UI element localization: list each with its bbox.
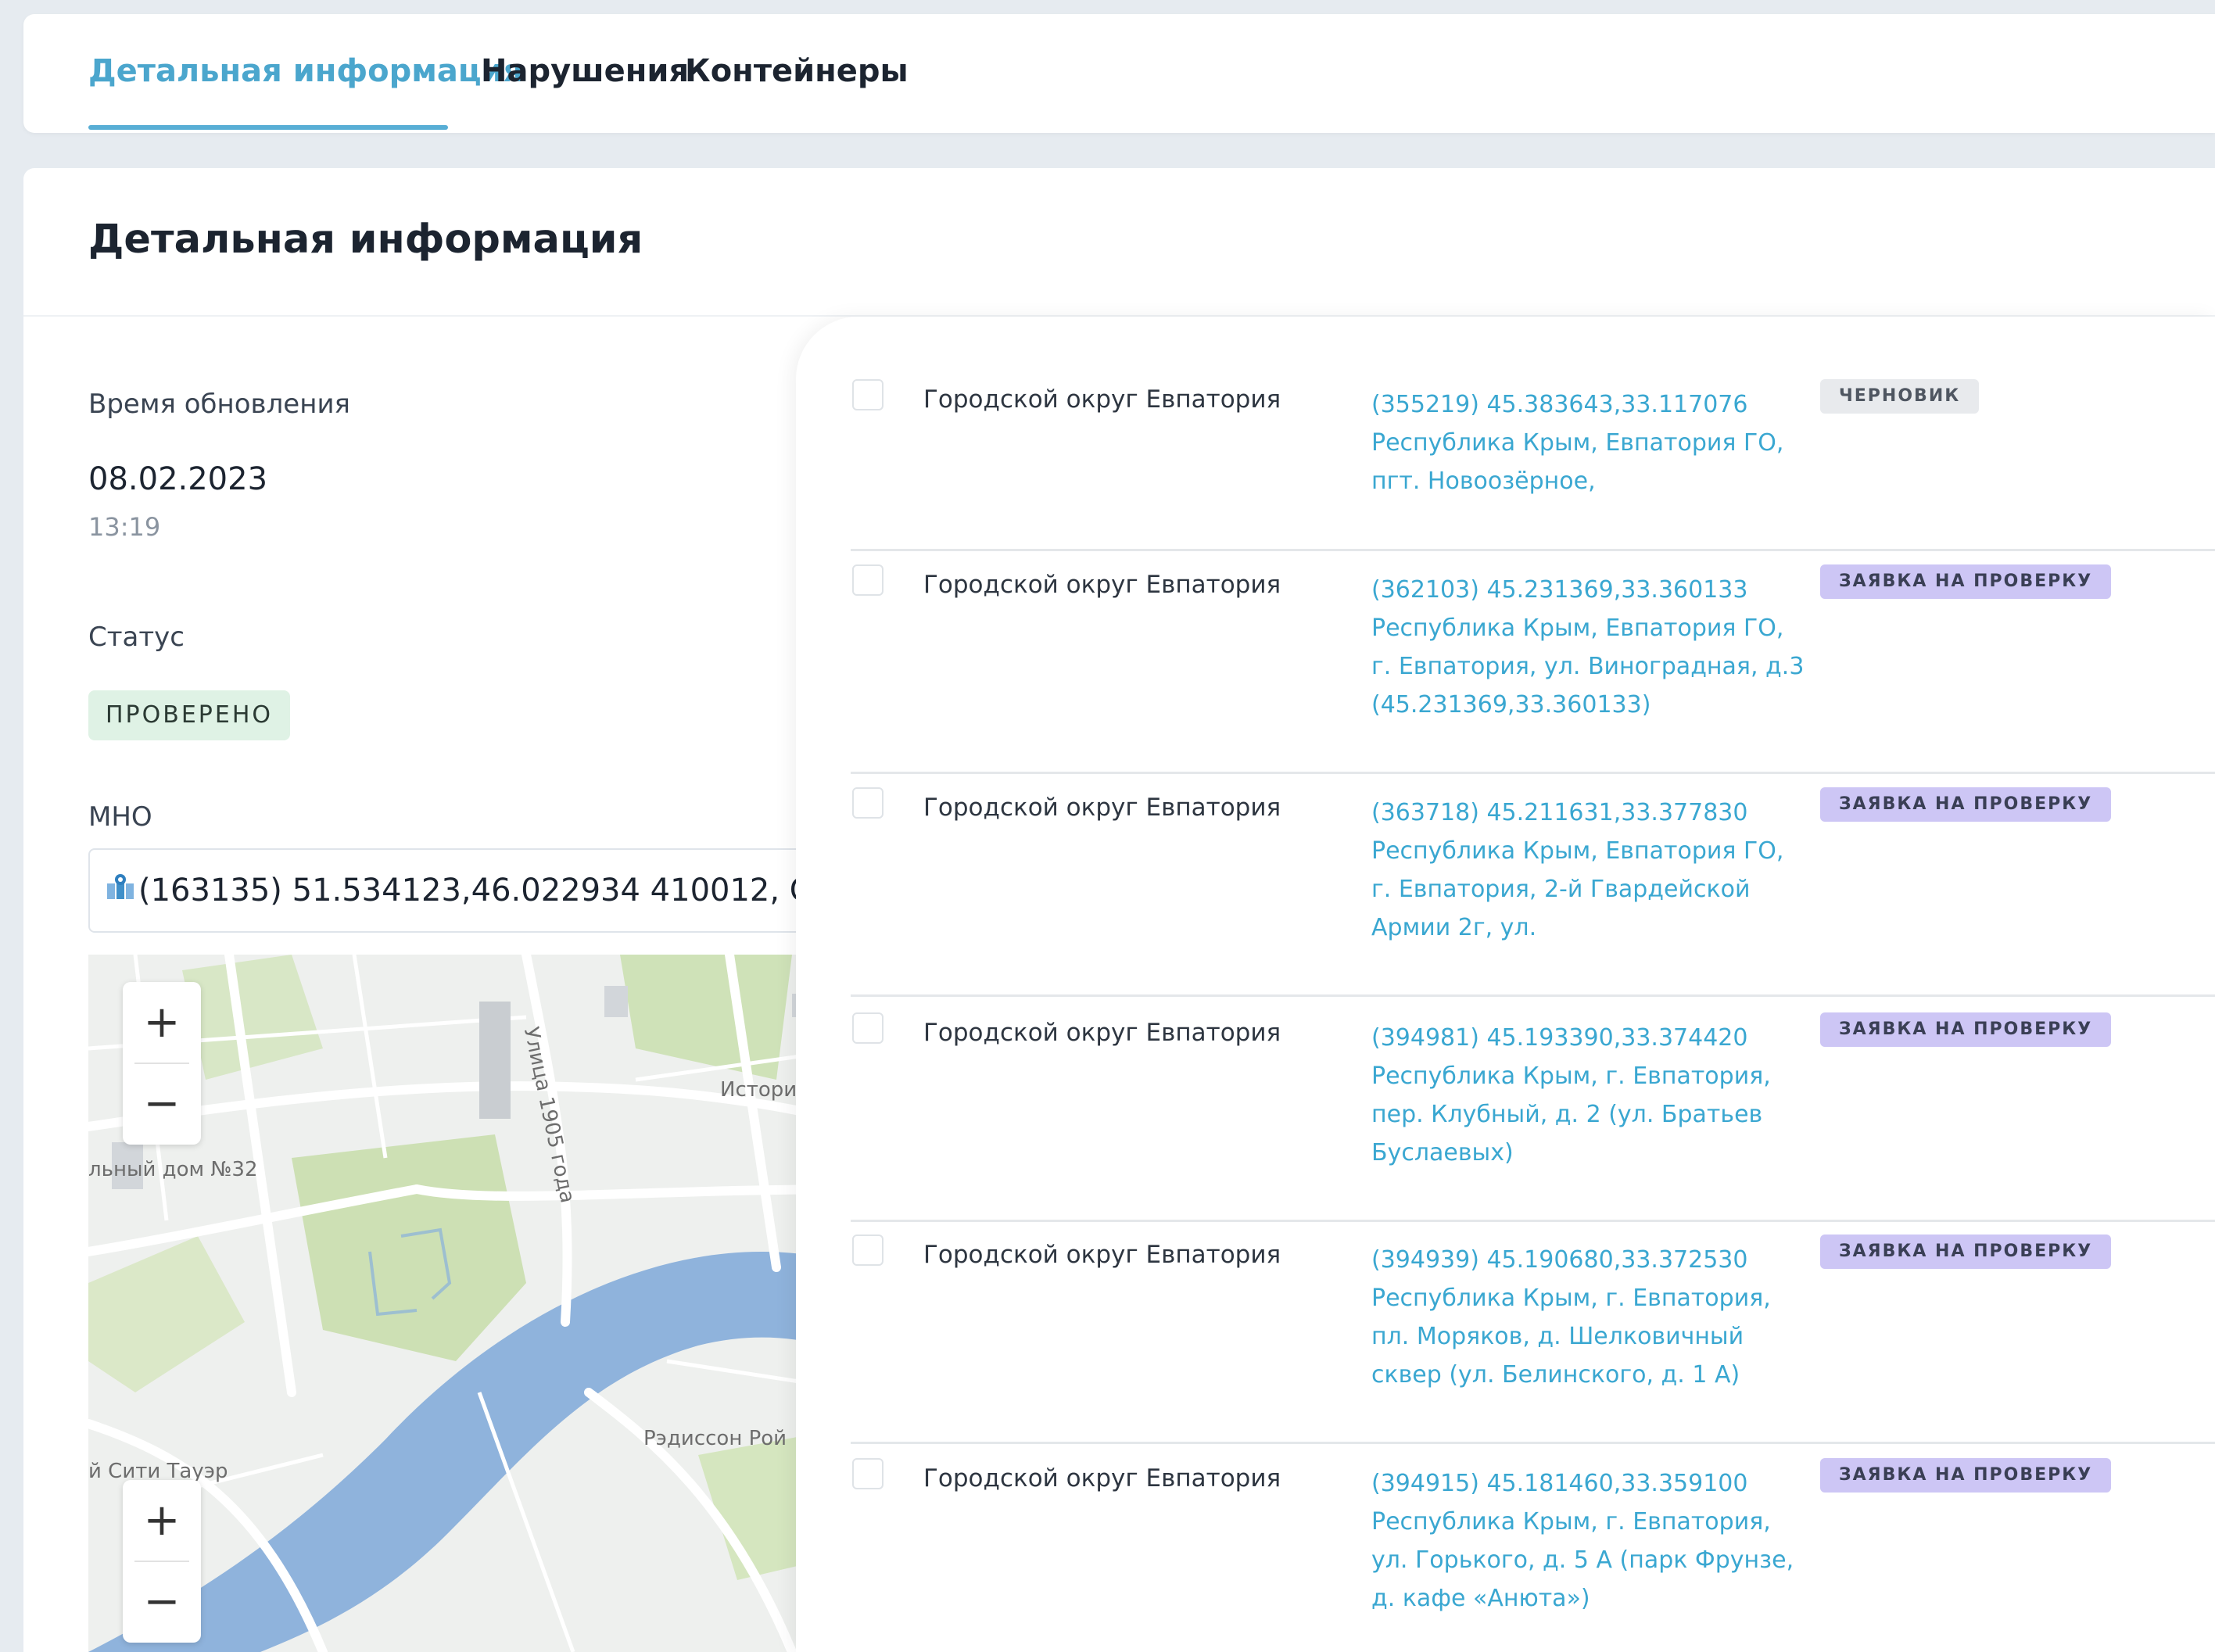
address-line: Армии 2г, ул. (1371, 914, 1537, 941)
mno-value: (163135) 51.534123,46.022934 410012, Сар… (138, 873, 870, 908)
row-checkbox[interactable] (852, 1458, 883, 1489)
list-item[interactable]: Городской округ Евпатория (363718) 45.21… (851, 787, 2215, 997)
zoom-in-button[interactable]: + (123, 1480, 201, 1561)
mno-label: МНО (88, 801, 152, 833)
address-line: (362103) 45.231369,33.360133 (1371, 576, 1748, 604)
list-item[interactable]: Городской округ Евпатория (355219) 45.38… (851, 379, 2215, 551)
address-line: Республика Крым, г. Евпатория, (1371, 1063, 1771, 1090)
status-badge-request: ЗАЯВКА НА ПРОВЕРКУ (1820, 564, 2112, 599)
address-line: Республика Крым, Евпатория ГО, (1371, 429, 1784, 457)
address-line: г. Евпатория, ул. Виноградная, д.3 (1371, 653, 1805, 680)
map-zoom-controls: + − (123, 982, 201, 1145)
list-item[interactable]: Городской округ Евпатория (394915) 45.18… (851, 1458, 2215, 1652)
address-line: г. Евпатория, 2-й Гвардейской (1371, 876, 1751, 903)
address-line: Буслаевых) (1371, 1139, 1514, 1166)
address-line: ул. Горького, д. 5 А (парк Фрунзе, (1371, 1546, 1794, 1574)
section-title: Детальная информация (88, 217, 643, 263)
tab-detailed-info[interactable]: Детальная информация (88, 53, 523, 89)
row-district: Городской округ Евпатория (923, 1019, 1281, 1047)
zoom-out-button[interactable]: − (123, 1063, 201, 1145)
row-district: Городской округ Евпатория (923, 1464, 1281, 1493)
row-district: Городской округ Евпатория (923, 571, 1281, 599)
status-badge-request: ЗАЯВКА НА ПРОВЕРКУ (1820, 1458, 2112, 1493)
update-time: 13:19 (88, 512, 161, 542)
status-badge: ПРОВЕРЕНО (88, 690, 290, 740)
address-line: пл. Моряков, д. Шелковичный (1371, 1323, 1744, 1350)
status-badge-request: ЗАЯВКА НА ПРОВЕРКУ (1820, 1012, 2112, 1047)
section-header: Детальная информация (23, 168, 2215, 317)
map-label-house: льный дом №32 (88, 1158, 258, 1181)
row-district: Городской округ Евпатория (923, 385, 1281, 414)
row-address-link[interactable]: (363718) 45.211631,33.377830 Республика … (1371, 794, 1794, 947)
tab-violations[interactable]: Нарушения (481, 53, 689, 89)
address-line: Республика Крым, г. Евпатория, (1371, 1285, 1771, 1312)
status-badge-draft: ЧЕРНОВИК (1820, 379, 1980, 414)
address-line: Республика Крым, г. Евпатория, (1371, 1508, 1771, 1536)
status-label: Статус (88, 622, 185, 653)
list-item[interactable]: Городской округ Евпатория (362103) 45.23… (851, 564, 2215, 774)
address-line: Республика Крым, Евпатория ГО, (1371, 615, 1784, 642)
tabs-bar: Детальная информация Нарушения Контейнер… (23, 14, 2215, 133)
address-line: сквер (ул. Белинского, д. 1 А) (1371, 1361, 1740, 1389)
row-district: Городской округ Евпатория (923, 1241, 1281, 1269)
address-line: Республика Крым, Евпатория ГО, (1371, 837, 1784, 865)
row-checkbox[interactable] (852, 1235, 883, 1266)
row-checkbox[interactable] (852, 1012, 883, 1044)
address-line: пер. Клубный, д. 2 (ул. Братьев (1371, 1101, 1763, 1128)
address-line: (394981) 45.193390,33.374420 (1371, 1024, 1748, 1052)
update-date: 08.02.2023 (88, 461, 268, 497)
row-address-link[interactable]: (355219) 45.383643,33.117076 Республика … (1371, 385, 1794, 500)
zoom-in-button[interactable]: + (123, 982, 201, 1063)
list-item[interactable]: Городской округ Евпатория (394981) 45.19… (851, 1012, 2215, 1222)
row-checkbox[interactable] (852, 379, 883, 410)
map-label-museum: Истори (720, 1078, 797, 1102)
active-tab-indicator (88, 125, 448, 130)
address-line: (45.231369,33.360133) (1371, 691, 1651, 718)
row-checkbox[interactable] (852, 564, 883, 596)
address-line: (394939) 45.190680,33.372530 (1371, 1246, 1748, 1274)
address-line: (355219) 45.383643,33.117076 (1371, 391, 1748, 418)
status-badge-request: ЗАЯВКА НА ПРОВЕРКУ (1820, 787, 2112, 822)
row-address-link[interactable]: (394939) 45.190680,33.372530 Республика … (1371, 1241, 1794, 1394)
map-canvas (88, 955, 870, 1652)
list-item[interactable]: Городской округ Евпатория (394939) 45.19… (851, 1235, 2215, 1444)
address-line: (394915) 45.181460,33.359100 (1371, 1470, 1748, 1497)
zoom-out-button[interactable]: − (123, 1561, 201, 1643)
address-line: (363718) 45.211631,33.377830 (1371, 799, 1748, 826)
address-line: пгт. Новоозёрное, (1371, 468, 1596, 495)
map-view[interactable]: Улица 1905 года Истори му льный дом №32 … (88, 955, 870, 1652)
row-district: Городской округ Евпатория (923, 794, 1281, 822)
address-line: д. кафе «Анюта») (1371, 1585, 1590, 1612)
map-pin-icon (106, 851, 135, 931)
update-time-label: Время обновления (88, 389, 351, 420)
row-address-link[interactable]: (394981) 45.193390,33.374420 Республика … (1371, 1019, 1794, 1172)
row-address-link[interactable]: (362103) 45.231369,33.360133 Республика … (1371, 571, 1805, 724)
status-badge-request: ЗАЯВКА НА ПРОВЕРКУ (1820, 1235, 2112, 1269)
map-zoom-controls-secondary: + − (123, 1480, 201, 1643)
row-checkbox[interactable] (852, 787, 883, 819)
row-address-link[interactable]: (394915) 45.181460,33.359100 Республика … (1371, 1464, 1794, 1618)
container-list-panel: Городской округ Евпатория (355219) 45.38… (796, 317, 2215, 1652)
map-label-radisson: Рэдиссон Рой (643, 1427, 787, 1450)
tab-containers[interactable]: Контейнеры (685, 53, 909, 89)
